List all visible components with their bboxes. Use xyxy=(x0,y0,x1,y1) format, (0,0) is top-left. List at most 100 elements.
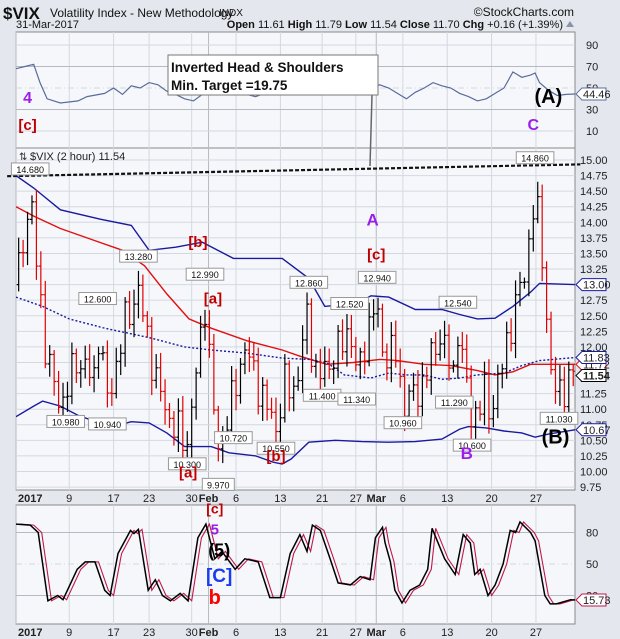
extreme-value: 10.980 xyxy=(52,417,80,427)
copyright[interactable]: ©StockCharts.com xyxy=(474,5,574,19)
extreme-value: 10.940 xyxy=(94,420,122,430)
price-tick-label: 12.25 xyxy=(580,326,608,338)
callout-line1: Inverted Head & Shoulders xyxy=(171,60,344,75)
extreme-value: 11.400 xyxy=(309,391,336,401)
extreme-value: 12.600 xyxy=(84,295,112,305)
bottom-tick-label: 50 xyxy=(586,559,598,571)
date-tick-label: 27 xyxy=(530,627,542,639)
extreme-value: 11.290 xyxy=(441,398,468,408)
price-extreme-label: 10.960 xyxy=(383,416,423,430)
date-tick-label: 23 xyxy=(143,493,155,505)
wave-label: [a] xyxy=(179,465,197,482)
date-tick-label: 2017 xyxy=(18,627,42,639)
date-tick-label: 9 xyxy=(66,493,72,505)
upper-band-tag: 13.00 xyxy=(575,278,611,292)
price-extreme-label: 10.940 xyxy=(88,417,127,431)
price-extreme-label: 13.280 xyxy=(119,249,158,263)
date-tick-label: 23 xyxy=(143,627,155,639)
top-tick-label: 10 xyxy=(586,126,598,138)
extreme-value: 12.990 xyxy=(191,270,219,280)
price-extreme-label: 12.990 xyxy=(185,267,225,281)
extreme-value: 13.280 xyxy=(125,252,153,262)
rsi-value-tag: 44.46 xyxy=(575,87,611,101)
chg-value: +0.16 (+1.39%) xyxy=(487,19,563,31)
price-tick-label: 11.00 xyxy=(580,404,607,416)
date-tick-label: 6 xyxy=(233,627,239,639)
price-extreme-label: 14.680 xyxy=(10,162,50,176)
price-tick-label: 15.00 xyxy=(580,155,608,167)
date-tick-label: 13 xyxy=(441,627,453,639)
date-tick-label: Feb xyxy=(199,627,219,639)
price-legend: ⇅ $VIX (2 hour) 11.54 xyxy=(19,151,125,163)
date-tick-label: 2017 xyxy=(18,493,42,505)
top-tick-label: 70 xyxy=(586,62,598,74)
date-tick-label: 13 xyxy=(441,493,453,505)
date-tick-label: 20 xyxy=(485,493,497,505)
value-tag-text: 15.73 xyxy=(583,595,611,607)
wave-label: B xyxy=(461,444,473,463)
date-tick-label: 17 xyxy=(107,493,119,505)
oscillator-value-tag: 15.73 xyxy=(575,593,611,607)
lower-band-tag: 10.67 xyxy=(575,423,611,437)
extreme-value: 12.520 xyxy=(336,300,364,310)
wave-label: [c] xyxy=(367,247,385,264)
date-tick-label: 13 xyxy=(274,493,286,505)
wave-label: [C] xyxy=(206,566,232,587)
date-tick-label: 30 xyxy=(186,627,198,639)
open-label: Open xyxy=(227,19,255,31)
extreme-value: 12.860 xyxy=(295,278,323,288)
top-tick-label: 90 xyxy=(586,40,598,52)
price-tick-label: 13.50 xyxy=(580,248,608,260)
value-tag-text: 44.46 xyxy=(583,89,611,101)
date-tick-label: 6 xyxy=(400,493,406,505)
bars-toggle-icon[interactable]: ⇅ xyxy=(19,152,27,163)
value-tag-text: 10.67 xyxy=(583,425,611,437)
value-tag-text: 11.83 xyxy=(583,352,610,364)
price-extreme-label: 9.970 xyxy=(201,477,235,491)
price-extreme-label: 11.030 xyxy=(539,411,579,425)
wave-label: b xyxy=(209,587,221,609)
date-tick-label: 27 xyxy=(530,493,542,505)
price-tick-label: 10.50 xyxy=(580,435,608,447)
ohlc-summary: Open 11.61 High 11.79 Low 11.54 Close 11… xyxy=(227,19,563,31)
extreme-value: 14.860 xyxy=(521,154,549,164)
date-tick-label: 27 xyxy=(350,627,362,639)
price-extreme-label: 14.860 xyxy=(515,151,555,165)
last-price-tag: 11.54 xyxy=(575,369,611,383)
value-tag-text: 11.54 xyxy=(583,371,611,383)
price-tick-label: 13.75 xyxy=(580,233,608,245)
price-extreme-label: 12.540 xyxy=(438,295,478,309)
wave-label: [b] xyxy=(266,448,285,465)
date-tick-label: 9 xyxy=(66,627,72,639)
extreme-value: 9.970 xyxy=(207,480,230,490)
wave-label: [c] xyxy=(18,117,36,134)
wave-label: A xyxy=(367,210,379,229)
wave-label: 5 xyxy=(211,522,219,539)
chg-label: Chg xyxy=(463,19,484,31)
date-tick-label: Mar xyxy=(366,627,386,639)
low-label: Low xyxy=(345,19,367,31)
extreme-value: 11.030 xyxy=(546,414,573,424)
dotted-average-tag: 11.83 xyxy=(575,350,610,364)
price-tick-label: 13.25 xyxy=(580,264,608,276)
extreme-value: 10.960 xyxy=(389,419,417,429)
date-tick-label: 17 xyxy=(107,627,119,639)
legend-text: $VIX (2 hour) 11.54 xyxy=(30,151,125,163)
wave-label: (5) xyxy=(208,541,230,561)
price-tick-label: 12.75 xyxy=(580,295,608,307)
price-tick-label: 12.50 xyxy=(580,311,608,323)
date-tick-label: 30 xyxy=(186,493,198,505)
date-tick-label: 20 xyxy=(485,627,497,639)
price-extreme-label: 12.860 xyxy=(289,275,329,289)
bottom-tick-label: 80 xyxy=(586,528,598,540)
wave-label: [b] xyxy=(188,234,207,251)
value-tag-text: 13.00 xyxy=(583,280,611,292)
price-tick-label: 9.75 xyxy=(580,482,601,494)
price-extreme-label: 11.340 xyxy=(337,392,377,406)
price-extreme-label: 12.940 xyxy=(357,270,397,284)
security-name: Volatility Index - New Methodology xyxy=(50,6,233,20)
wave-label: [a] xyxy=(204,290,222,307)
date-tick-label: 13 xyxy=(274,627,286,639)
wave-label: [c] xyxy=(206,501,223,517)
price-tick-label: 14.25 xyxy=(580,202,608,214)
